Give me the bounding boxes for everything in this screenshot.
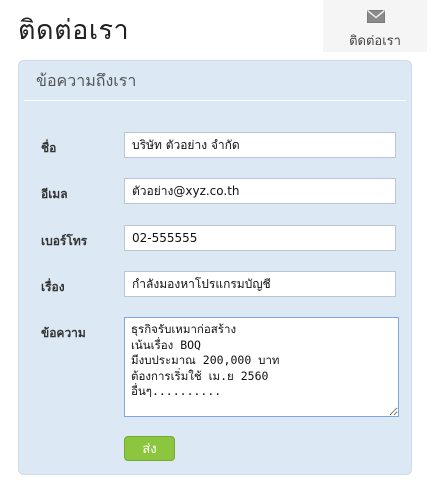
email-field[interactable] — [124, 178, 396, 204]
submit-button[interactable]: ส่ง — [124, 436, 175, 461]
name-field[interactable] — [124, 132, 396, 158]
phone-field[interactable] — [124, 225, 396, 251]
panel-divider — [24, 100, 406, 101]
phone-label: เบอร์โทร — [41, 234, 88, 248]
mail-icon — [367, 10, 385, 23]
contact-tab-label: ติดต่อเรา — [349, 34, 401, 49]
contact-form-panel: ข้อความถึงเรา ชื่อ อีเมล เบอร์โทร เรื่อง… — [18, 60, 412, 475]
email-label: อีเมล — [41, 187, 68, 201]
contact-tab[interactable]: ติดต่อเรา — [323, 0, 427, 52]
subject-field[interactable] — [124, 271, 396, 297]
message-field[interactable]: ธุรกิจรับเหมาก่อสร้าง เน้นเรื่อง BOQ มีง… — [124, 317, 399, 417]
panel-header: ข้อความถึงเรา — [36, 71, 137, 90]
page-title: ติดต่อเรา — [18, 15, 130, 46]
subject-label: เรื่อง — [41, 280, 65, 294]
name-label: ชื่อ — [41, 141, 57, 155]
message-label: ข้อความ — [41, 326, 86, 340]
